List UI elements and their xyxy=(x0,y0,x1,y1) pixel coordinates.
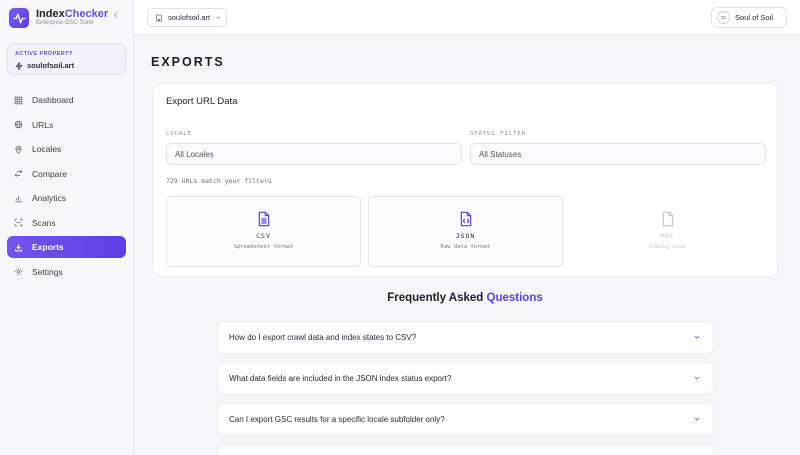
sidebar-item-label: Compare xyxy=(32,168,67,179)
faq-question: What data fields are included in the JSO… xyxy=(229,374,452,383)
dashboard-icon xyxy=(14,96,23,104)
chevron-down-icon xyxy=(216,16,221,19)
export-json-button[interactable]: JSON Raw data format xyxy=(368,196,563,267)
gear-icon xyxy=(14,267,23,276)
export-card: Export URL Data LOCALE All Locales STATU… xyxy=(152,83,778,277)
sidebar-item-dashboard[interactable]: Dashboard xyxy=(7,89,126,111)
faq-item-partial[interactable] xyxy=(217,444,714,455)
chevron-left-icon xyxy=(114,12,118,18)
globe-icon xyxy=(14,120,23,129)
sidebar-item-label: Exports xyxy=(32,242,64,252)
app-logo xyxy=(9,8,29,28)
faq-item[interactable]: What data fields are included in the JSO… xyxy=(217,362,714,395)
compare-icon xyxy=(14,169,23,178)
building-icon xyxy=(156,14,162,21)
export-csv-button[interactable]: CSV Spreadsheet format xyxy=(166,196,361,267)
export-pdf-button: PDF Coming soon xyxy=(570,196,765,267)
export-format-name: JSON xyxy=(455,232,476,240)
chevron-down-icon xyxy=(694,376,700,380)
download-icon xyxy=(15,243,22,251)
page-title: EXPORTS xyxy=(151,55,225,69)
status-filter-label: STATUS FILTER xyxy=(470,131,527,137)
faq-question: Can I export GSC results for a specific … xyxy=(229,415,445,424)
sidebar-item-label: Settings xyxy=(32,266,63,277)
scan-icon xyxy=(14,218,23,227)
menu-icon xyxy=(721,16,726,19)
faq-title: Frequently Asked Questions xyxy=(387,292,543,304)
sidebar-item-locales[interactable]: Locales xyxy=(7,138,126,160)
sidebar-item-urls[interactable]: URLs xyxy=(7,114,126,136)
csv-file-icon xyxy=(258,211,269,227)
sidebar: IndexChecker Enterprise GSC Suite ACTIVE… xyxy=(0,0,134,455)
app-subtitle: Enterprise GSC Suite xyxy=(36,20,94,26)
active-property-value: soulofsoil.art xyxy=(15,61,74,70)
sidebar-item-analytics[interactable]: Analytics xyxy=(7,187,126,209)
export-format-desc: Spreadsheet format xyxy=(233,244,294,250)
bolt-icon xyxy=(15,61,23,70)
map-pin-icon xyxy=(15,145,22,154)
sidebar-nav: Dashboard URLs Locales Compare Analytics… xyxy=(7,89,126,285)
pdf-file-icon xyxy=(662,211,673,227)
collapse-sidebar-button[interactable] xyxy=(112,11,120,22)
locale-select[interactable]: All Locales xyxy=(166,143,462,165)
faq-question: How do I export crawl data and index sta… xyxy=(229,333,417,342)
match-count: 729 URLs match your filters xyxy=(166,177,272,185)
sidebar-item-label: Dashboard xyxy=(32,95,74,105)
account-menu[interactable]: Soul of Soil xyxy=(711,7,787,28)
property-selector-label: soulofsoil.art xyxy=(168,13,211,22)
status-filter-select[interactable]: All Statuses xyxy=(470,143,766,165)
sidebar-item-settings[interactable]: Settings xyxy=(7,261,126,283)
topbar: soulofsoil.art Soul of Soil xyxy=(134,0,800,35)
export-format-name: CSV xyxy=(256,232,271,240)
sidebar-item-label: Locales xyxy=(32,144,62,154)
sidebar-item-label: Scans xyxy=(32,217,56,228)
faq-item[interactable]: How do I export crawl data and index sta… xyxy=(217,321,714,354)
active-property-card[interactable]: ACTIVE PROPERTY soulofsoil.art xyxy=(7,43,126,75)
active-property-label: ACTIVE PROPERTY xyxy=(15,51,73,57)
json-file-icon xyxy=(460,211,471,227)
activity-icon xyxy=(12,12,26,24)
export-format-desc: Raw data format xyxy=(440,244,491,250)
faq-item[interactable]: Can I export GSC results for a specific … xyxy=(217,403,714,436)
locale-label: LOCALE xyxy=(166,131,192,137)
property-selector[interactable]: soulofsoil.art xyxy=(147,8,227,27)
avatar xyxy=(717,11,730,24)
chevron-down-icon xyxy=(694,335,700,339)
sidebar-item-scans[interactable]: Scans xyxy=(7,212,126,234)
sidebar-item-label: Analytics xyxy=(32,193,67,203)
sidebar-item-compare[interactable]: Compare xyxy=(7,163,126,185)
export-format-desc: Coming soon xyxy=(649,244,686,250)
bar-chart-icon xyxy=(15,195,22,202)
app-name: IndexChecker xyxy=(36,8,109,20)
sidebar-item-exports[interactable]: Exports xyxy=(7,236,126,258)
account-name: Soul of Soil xyxy=(735,13,773,22)
export-format-name: PDF xyxy=(660,232,675,240)
sidebar-item-label: URLs xyxy=(32,119,54,130)
chevron-down-icon xyxy=(694,417,700,421)
export-card-title: Export URL Data xyxy=(166,96,238,107)
